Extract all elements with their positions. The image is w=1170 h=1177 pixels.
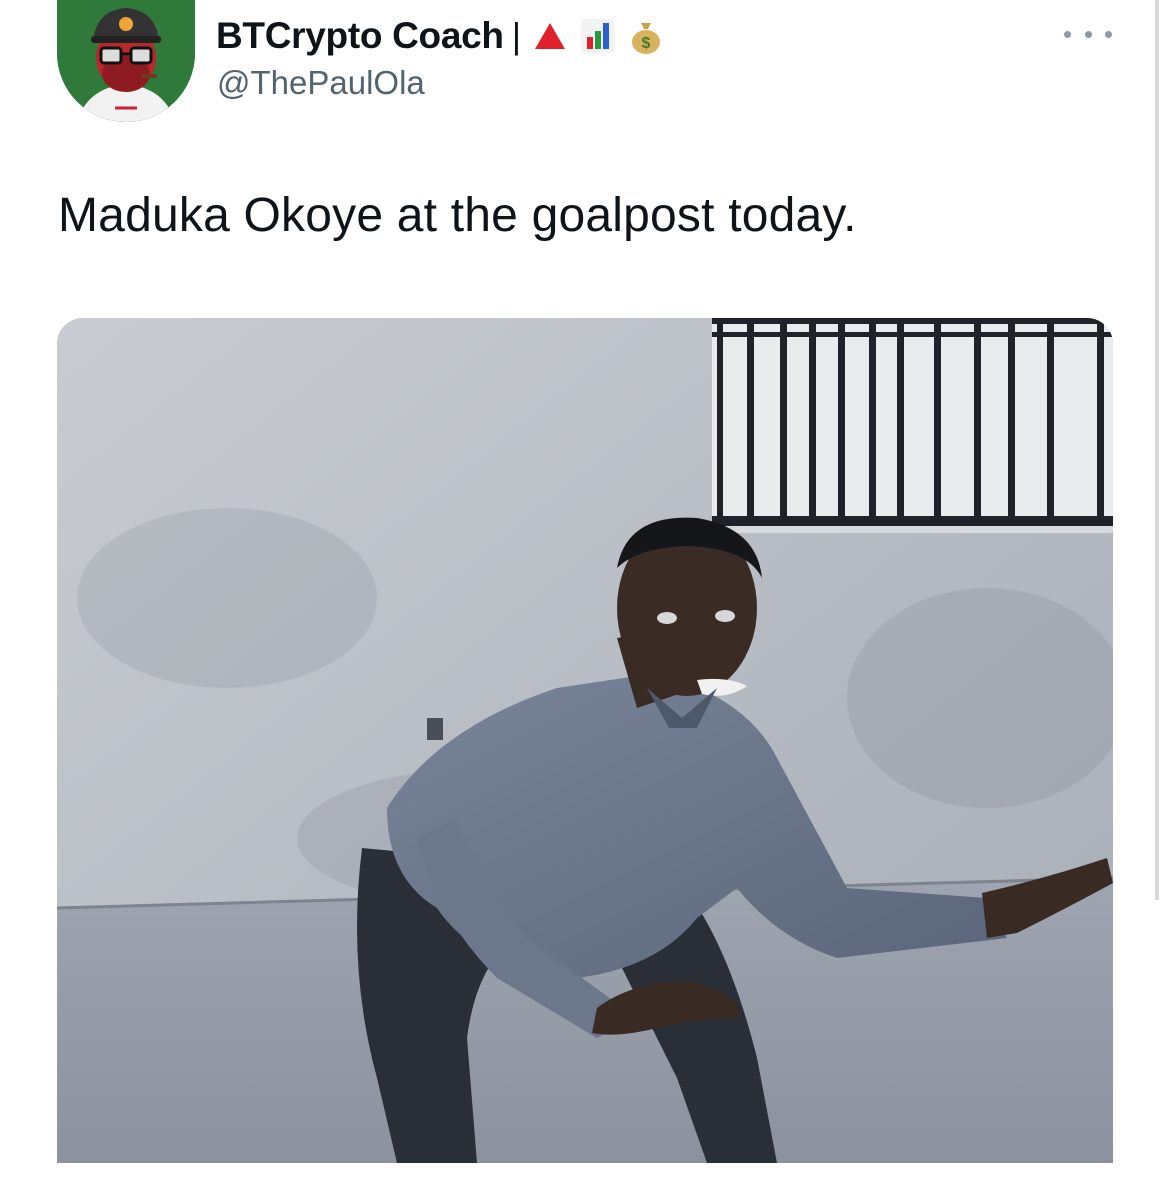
author-name-row[interactable]: BTCrypto Coach | $ bbox=[216, 12, 665, 60]
author-display-name[interactable]: BTCrypto Coach bbox=[216, 15, 504, 57]
more-horizontal-icon[interactable] bbox=[1064, 24, 1112, 44]
dot-icon bbox=[1105, 30, 1112, 38]
tweet-text: Maduka Okoye at the goalpost today. bbox=[58, 189, 857, 242]
photo-image bbox=[57, 318, 1113, 1163]
author-handle[interactable]: @ThePaulOla bbox=[217, 64, 425, 102]
money-bag-icon: $ bbox=[627, 17, 665, 55]
svg-text:$: $ bbox=[642, 35, 651, 52]
dot-icon bbox=[1064, 30, 1071, 38]
bar-chart-icon bbox=[579, 17, 617, 55]
scrollbar[interactable] bbox=[1155, 0, 1159, 900]
tweet: BTCrypto Coach | $ @ThePaulOla Maduka Ok… bbox=[0, 0, 1170, 1177]
dot-icon bbox=[1084, 30, 1092, 38]
tweet-media-photo[interactable] bbox=[57, 318, 1113, 1163]
avatar[interactable] bbox=[57, 0, 195, 122]
red-triangle-icon bbox=[531, 17, 569, 55]
avatar-icon bbox=[57, 0, 195, 122]
name-separator: | bbox=[511, 15, 522, 56]
